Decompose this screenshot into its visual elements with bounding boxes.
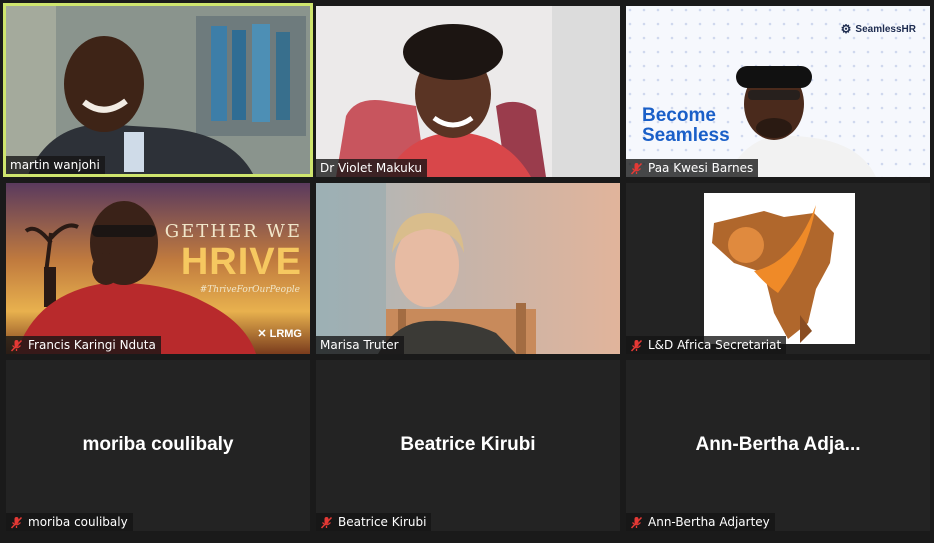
video-tile-martin-wanjohi[interactable]: martin wanjohi [3,3,313,177]
participant-name: Marisa Truter [320,338,399,352]
mic-muted-icon [320,516,333,529]
mic-muted-icon [10,516,23,529]
mic-muted-icon [630,516,643,529]
participant-display-name: Ann-Bertha Adja... [695,434,861,455]
participant-video [6,6,310,174]
video-tile-ann-bertha-adjartey[interactable]: Ann-Bertha Adja... Ann-Bertha Adjartey [626,360,930,531]
gear-icon: ⚙ [840,22,852,36]
participant-name: L&D Africa Secretariat [648,338,782,352]
video-tile-francis-karingi-nduta[interactable]: GETHER WE HRIVE #ThriveForOurPeople ✕ LR… [6,183,310,354]
banner-headline: GETHER WE [164,221,302,242]
participant-name: Beatrice Kirubi [338,515,427,529]
name-tag: Beatrice Kirubi [316,513,432,531]
africa-logo-icon [712,205,834,343]
participant-name: Ann-Bertha Adjartey [648,515,770,529]
x-mark-icon: ✕ [257,328,267,340]
participant-name: moriba coulibaly [28,515,128,529]
banner-hashtag: #ThriveForOurPeople [199,285,300,295]
seamless-logo: ⚙ SeamlessHR [840,22,916,36]
video-tile-marisa-truter[interactable]: Marisa Truter [316,183,620,354]
participant-name: Paa Kwesi Barnes [648,161,754,175]
participant-display-name: moriba coulibaly [82,434,234,455]
participant-name: Francis Karingi Nduta [28,338,156,352]
video-tile-violet-makuku[interactable]: Dr Violet Makuku [316,6,620,177]
mic-muted-icon [630,162,643,175]
name-tag: Paa Kwesi Barnes [626,159,759,177]
organization-logo [704,193,855,344]
name-tag: Ann-Bertha Adjartey [626,513,775,531]
participant-video [316,183,620,354]
name-tag: Dr Violet Makuku [316,159,427,177]
mic-muted-icon [10,339,23,352]
video-tile-beatrice-kirubi[interactable]: Beatrice Kirubi Beatrice Kirubi [316,360,620,531]
name-tag: moriba coulibaly [6,513,133,531]
background-slogan: Become Seamless [642,105,730,146]
name-tag: L&D Africa Secretariat [626,336,787,354]
banner-word: HRIVE [180,241,302,283]
name-tag: Marisa Truter [316,336,404,354]
name-tag: martin wanjohi [6,156,105,174]
lrmg-logo: ✕ LRMG [257,328,302,340]
participant-name: Dr Violet Makuku [320,161,422,175]
participant-name: martin wanjohi [10,158,100,172]
video-tile-moriba-coulibaly[interactable]: moriba coulibaly moriba coulibaly [6,360,310,531]
name-tag: Francis Karingi Nduta [6,336,161,354]
participant-video [316,6,620,177]
mic-muted-icon [630,339,643,352]
video-tile-ld-africa-secretariat[interactable]: L&D Africa Secretariat [626,183,930,354]
video-tile-paa-kwesi-barnes[interactable]: ⚙ SeamlessHR Become Seamless Paa Kwesi B… [626,6,930,177]
participant-display-name: Beatrice Kirubi [400,434,536,455]
